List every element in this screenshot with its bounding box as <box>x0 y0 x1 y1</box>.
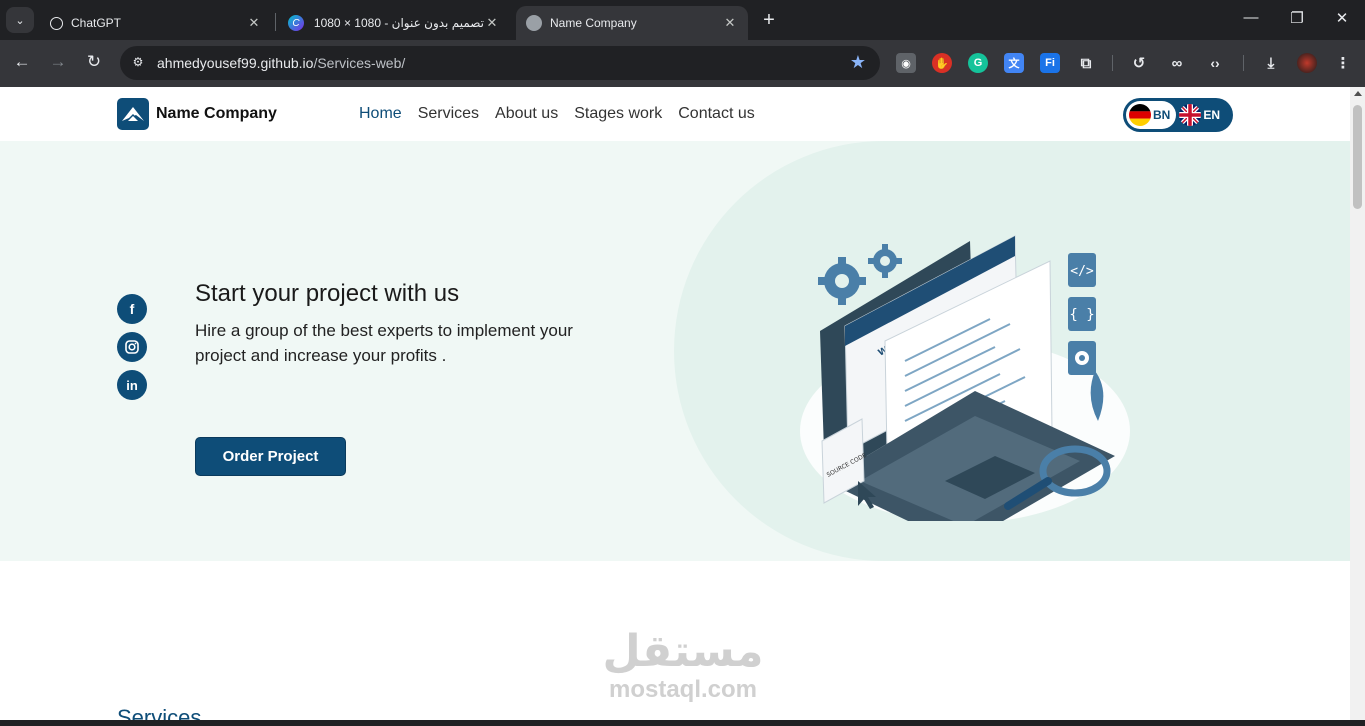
facebook-icon[interactable]: f <box>117 294 147 324</box>
close-tab-icon[interactable]: ✕ <box>484 15 500 31</box>
camera-icon[interactable]: ◉ <box>896 53 916 73</box>
logo-text: Name Company <box>156 105 277 122</box>
minimize-button[interactable]: — <box>1236 9 1266 26</box>
adblock-icon[interactable]: ✋ <box>932 53 952 73</box>
tab-search-button[interactable]: ⌄ <box>6 7 34 33</box>
restore-button[interactable]: ❐ <box>1282 9 1312 27</box>
menu-kebab-icon[interactable]: ⋮ <box>1333 53 1353 73</box>
main-nav: Home Services About us Stages work Conta… <box>351 87 763 143</box>
hero-title: Start your project with us <box>195 280 460 307</box>
page-viewport: Name Company Home Services About us Stag… <box>0 87 1350 720</box>
tab-strip: ⌄ ChatGPT ✕ C تصميم بدون عنوان - 1080 × … <box>0 0 1365 40</box>
link-icon[interactable]: ∞ <box>1167 53 1187 73</box>
tab-divider <box>275 13 276 31</box>
scroll-thumb[interactable] <box>1353 105 1362 209</box>
url-path: /Services-web/ <box>313 55 406 71</box>
logo-mountain-icon <box>117 98 149 130</box>
site-settings-icon[interactable]: ⚙ <box>130 55 146 71</box>
watermark-english: mostaql.com <box>608 676 758 703</box>
close-tab-icon[interactable]: ✕ <box>722 15 738 31</box>
lang-option-bn[interactable]: BN <box>1126 101 1177 129</box>
german-flag-icon <box>1129 104 1151 126</box>
svg-text:{ }: { } <box>1069 307 1094 323</box>
code-tag-icon: </> <box>1068 253 1096 287</box>
hero-section: f in Start your project with us Hire a g… <box>0 141 1350 561</box>
new-tab-button[interactable]: + <box>758 9 780 32</box>
chatgpt-favicon-icon <box>50 16 63 30</box>
download-icon[interactable]: ⤓ <box>1261 53 1281 73</box>
language-switch[interactable]: BN EN <box>1123 98 1233 132</box>
puzzle-icon[interactable]: ⧉ <box>1076 53 1096 73</box>
bookmark-star-icon[interactable]: ★ <box>850 52 866 73</box>
site-logo[interactable]: Name Company <box>117 98 277 130</box>
linkedin-icon[interactable]: in <box>117 370 147 400</box>
watermark-arabic: مستقل <box>602 627 764 676</box>
forward-button[interactable]: → <box>46 52 70 72</box>
canva-favicon-icon: C <box>288 15 304 31</box>
tab-title: Name Company <box>550 16 637 30</box>
close-window-button[interactable]: ✕ <box>1327 9 1357 27</box>
site-header: Name Company Home Services About us Stag… <box>0 87 1350 143</box>
nav-services[interactable]: Services <box>410 87 487 143</box>
nav-home[interactable]: Home <box>351 87 410 143</box>
nav-contact-us[interactable]: Contact us <box>670 87 762 143</box>
address-bar[interactable]: ⚙ ahmedyousef99.github.io/Services-web/ … <box>120 46 880 80</box>
curly-braces-icon: { } <box>1068 297 1096 331</box>
url-text[interactable]: ahmedyousef99.github.io/Services-web/ <box>157 55 405 71</box>
order-project-button[interactable]: Order Project <box>195 437 346 476</box>
tab-canva[interactable]: C تصميم بدون عنوان - 1080 × 1080 ✕ <box>278 6 510 40</box>
fi-icon[interactable]: Fi <box>1040 53 1060 73</box>
translate-icon[interactable]: 文 <box>1004 53 1024 73</box>
lang-label-bn: BN <box>1153 108 1171 122</box>
profile-avatar[interactable] <box>1297 53 1317 73</box>
scroll-up-arrow-icon[interactable] <box>1354 91 1362 96</box>
window-bottom-edge <box>0 720 1365 726</box>
nav-about-us[interactable]: About us <box>487 87 566 143</box>
settings-icon <box>1068 341 1096 375</box>
nav-stages-work[interactable]: Stages work <box>566 87 670 143</box>
gear-icon <box>818 257 866 305</box>
services-heading: Services <box>117 705 202 720</box>
tab-chatgpt[interactable]: ChatGPT ✕ <box>40 6 272 40</box>
tab-name-company[interactable]: Name Company ✕ <box>516 6 748 40</box>
mostaql-watermark: مستقل mostaql.com <box>598 628 768 704</box>
tab-title: ChatGPT <box>71 16 122 30</box>
lang-label-en: EN <box>1203 108 1221 122</box>
tab-title: تصميم بدون عنوان - 1080 × 1080 <box>313 16 484 30</box>
uk-flag-icon <box>1179 104 1202 126</box>
grammarly-icon[interactable]: G <box>968 53 988 73</box>
back-button[interactable]: ← <box>10 52 34 72</box>
code-icon[interactable]: ‹› <box>1205 53 1225 73</box>
instagram-icon[interactable] <box>117 332 147 362</box>
website-development-illustration: </> { } WEBSITE SOURCE CODE <box>800 235 1130 521</box>
url-host: ahmedyousef99.github.io <box>157 55 314 71</box>
close-tab-icon[interactable]: ✕ <box>246 15 262 31</box>
svg-text:</>: </> <box>1070 264 1094 279</box>
page-scrollbar[interactable] <box>1350 87 1365 720</box>
history-icon[interactable]: ↺ <box>1129 53 1149 73</box>
reload-button[interactable]: ↻ <box>82 52 106 72</box>
toolbar-divider <box>1243 55 1244 71</box>
toolbar-divider <box>1112 55 1113 71</box>
hero-subtitle: Hire a group of the best experts to impl… <box>195 321 573 365</box>
globe-favicon-icon <box>526 15 542 31</box>
browser-toolbar: ← → ↻ ⚙ ahmedyousef99.github.io/Services… <box>0 40 1365 87</box>
lang-option-en[interactable]: EN <box>1176 101 1226 129</box>
gear-icon <box>868 244 902 278</box>
